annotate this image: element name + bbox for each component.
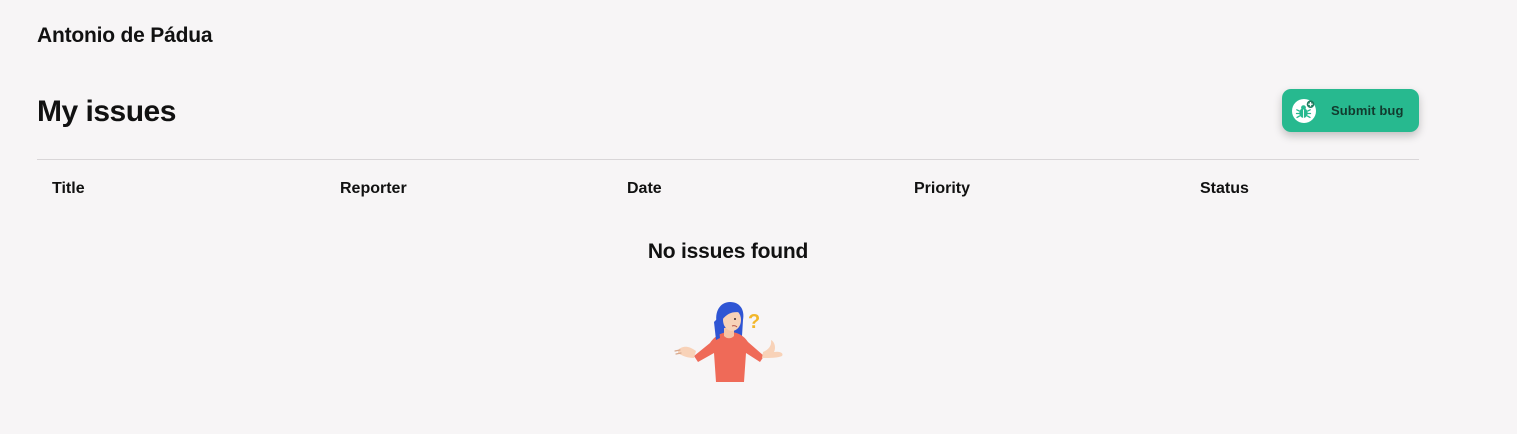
table-header: Title Reporter Date Priority Status (37, 180, 1419, 202)
question-mark: ? (748, 311, 760, 333)
page-title: My issues (37, 95, 176, 128)
confused-person-illustration: ? (674, 302, 783, 382)
header-divider (37, 159, 1419, 160)
bug-add-icon (1292, 98, 1316, 123)
column-date: Date (627, 180, 662, 197)
submit-bug-label: Submit bug (1331, 103, 1404, 118)
empty-state-message: No issues found (647, 240, 809, 263)
submit-bug-button[interactable]: Submit bug (1282, 89, 1419, 132)
column-title: Title (52, 180, 85, 197)
user-name: Antonio de Pádua (37, 24, 213, 47)
column-status: Status (1200, 180, 1249, 197)
column-priority: Priority (914, 180, 971, 197)
column-reporter: Reporter (340, 180, 407, 197)
